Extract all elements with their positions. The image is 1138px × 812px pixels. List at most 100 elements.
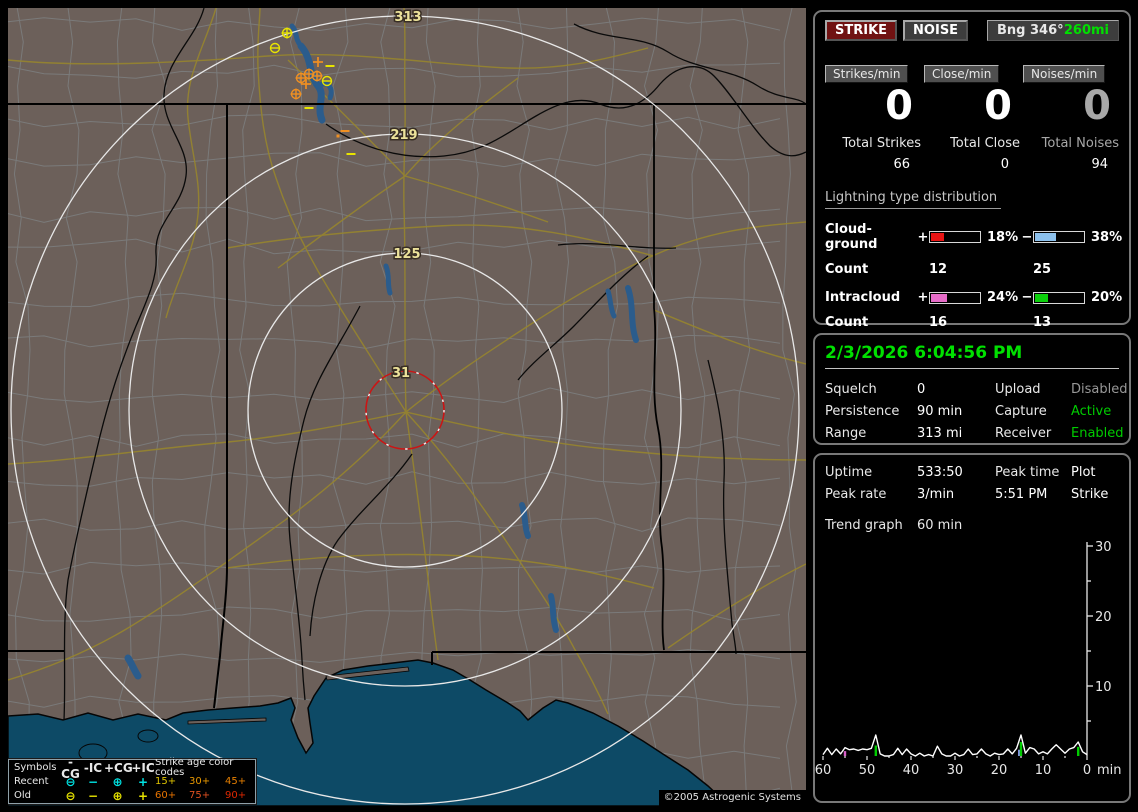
svg-text:60: 60 bbox=[815, 763, 831, 778]
plus-sign: + bbox=[917, 229, 929, 245]
svg-text:10: 10 bbox=[1095, 680, 1112, 695]
ic-positive-count: 16 bbox=[929, 315, 948, 330]
legend-age-60plus: 60+ bbox=[155, 790, 177, 801]
ic-negative-count: 13 bbox=[1033, 315, 1052, 330]
counters-panel: STRIKE NOISE Bng 346° 260mi Strikes/min … bbox=[813, 10, 1131, 330]
status-panel: 2/3/2026 6:04:56 PM Squelch 0 Upload Dis… bbox=[813, 333, 1131, 445]
cg-positive-count: 12 bbox=[929, 262, 948, 277]
cloud-ground-label: Cloud-ground bbox=[825, 222, 878, 252]
legend-symbol-2: ⊕ bbox=[112, 789, 123, 803]
ic-negative-bar bbox=[1033, 291, 1085, 304]
total-close-label: Total Close bbox=[950, 136, 1020, 151]
noises-counter-column: Noises/min 0 Total Noises 94 bbox=[1023, 65, 1119, 172]
legend-symbol-0: ⊖ bbox=[65, 789, 76, 803]
minus-sign: − bbox=[1021, 229, 1033, 245]
cg-negative-count: 25 bbox=[1033, 262, 1052, 277]
svg-text:0: 0 bbox=[1083, 763, 1091, 778]
svg-text:125: 125 bbox=[393, 247, 420, 262]
distribution-title: Lightning type distribution bbox=[825, 190, 1001, 209]
trend-graph-window: 60 min bbox=[917, 518, 963, 533]
legend-header-ic: +IC bbox=[131, 761, 155, 775]
cg-positive-bar bbox=[929, 231, 981, 243]
svg-text:219: 219 bbox=[390, 128, 417, 143]
range-label: Range bbox=[825, 426, 867, 441]
noises-per-min-value: 0 bbox=[1083, 83, 1111, 129]
bearing-distance: 260mi bbox=[1063, 23, 1109, 38]
svg-text:30: 30 bbox=[1095, 540, 1112, 555]
legend-symbol-1: − bbox=[87, 775, 99, 789]
lightning-type-distribution: Lightning type distribution Cloud-ground… bbox=[825, 190, 1123, 330]
capture-label: Capture bbox=[995, 404, 1047, 419]
legend-age-75plus: 75+ bbox=[189, 790, 211, 801]
datetime-display: 2/3/2026 6:04:56 PM bbox=[825, 343, 1119, 369]
noises-per-min-badge: Noises/min bbox=[1023, 65, 1106, 83]
legend-symbol-2: ⊕ bbox=[112, 775, 123, 789]
total-close-value: 0 bbox=[1000, 157, 1009, 172]
intracloud-label: Intracloud bbox=[825, 290, 901, 305]
legend-age-15plus: 15+ bbox=[155, 776, 177, 787]
trend-graph: 10 20 30 60 50 40 30 20 10 0 min bbox=[815, 540, 1122, 778]
svg-text:min: min bbox=[1097, 763, 1122, 778]
uptime-value: 533:50 bbox=[917, 465, 963, 480]
legend-age-title: Strike age color codes bbox=[155, 757, 234, 778]
squelch-value: 0 bbox=[917, 382, 926, 397]
plot-mode-value: Strike bbox=[1071, 487, 1109, 502]
upload-status: Disabled bbox=[1071, 382, 1128, 397]
strikes-per-min-value: 0 bbox=[885, 83, 913, 129]
legend-age-30plus: 30+ bbox=[189, 776, 211, 787]
total-noises-value: 94 bbox=[1091, 157, 1108, 172]
lightning-map[interactable]: 31 125 219 313 Symbols -CG -IC +CG +IC Strike ag… bbox=[8, 8, 806, 806]
legend-age-45plus: 45+ bbox=[225, 776, 247, 787]
strike-symbol-dot bbox=[336, 134, 340, 138]
bearing-value: Bng 346° bbox=[997, 23, 1064, 38]
svg-text:30: 30 bbox=[947, 763, 964, 778]
trend-panel: Uptime 533:50 Peak time Plot Peak rate 3… bbox=[813, 453, 1131, 803]
svg-text:10: 10 bbox=[1035, 763, 1052, 778]
trend-line bbox=[822, 734, 1088, 757]
upload-label: Upload bbox=[995, 382, 1041, 397]
peak-time-value: 5:51 PM bbox=[995, 487, 1048, 502]
copyright-text: ©2005 Astrogenic Systems bbox=[658, 790, 806, 806]
cg-negative-percent: 38% bbox=[1091, 229, 1123, 245]
plus-sign: + bbox=[917, 290, 929, 305]
legend-age-90plus: 90+ bbox=[225, 790, 247, 801]
legend-header-ic: -IC bbox=[83, 761, 103, 775]
legend-row-label: Old bbox=[14, 790, 31, 801]
strike-toggle-button[interactable]: STRIKE bbox=[825, 20, 898, 41]
total-strikes-value: 66 bbox=[893, 157, 910, 172]
total-strikes-label: Total Strikes bbox=[842, 136, 921, 151]
persistence-value: 90 min bbox=[917, 404, 963, 419]
svg-text:40: 40 bbox=[903, 763, 920, 778]
svg-text:20: 20 bbox=[1095, 610, 1112, 625]
minus-sign: − bbox=[1021, 290, 1033, 305]
map-legend: Symbols -CG -IC +CG +IC Strike age color code… bbox=[8, 756, 257, 805]
close-per-min-value: 0 bbox=[984, 83, 1012, 129]
total-noises-label: Total Noises bbox=[1041, 136, 1119, 151]
peak-rate-value: 3/min bbox=[917, 487, 955, 502]
legend-header-symbols: Symbols bbox=[14, 762, 57, 773]
noise-toggle-button[interactable]: NOISE bbox=[903, 20, 969, 41]
bearing-indicator: Bng 346° 260mi bbox=[987, 20, 1119, 41]
persistence-label: Persistence bbox=[825, 404, 900, 419]
count-label: Count bbox=[825, 262, 869, 277]
peak-rate-label: Peak rate bbox=[825, 487, 887, 502]
cg-positive-percent: 18% bbox=[987, 229, 1019, 245]
peak-time-label: Peak time bbox=[995, 465, 1060, 480]
plot-label: Plot bbox=[1071, 465, 1096, 480]
legend-symbol-3: + bbox=[137, 789, 149, 803]
ic-positive-bar bbox=[929, 291, 981, 304]
map-canvas[interactable]: 31 125 219 313 bbox=[8, 8, 806, 806]
cg-negative-bar bbox=[1033, 231, 1085, 243]
svg-text:313: 313 bbox=[394, 10, 421, 25]
squelch-label: Squelch bbox=[825, 382, 877, 397]
range-value: 313 mi bbox=[917, 426, 963, 441]
uptime-label: Uptime bbox=[825, 465, 873, 480]
svg-text:31: 31 bbox=[392, 366, 410, 381]
close-per-min-badge: Close/min bbox=[924, 65, 1000, 83]
svg-text:20: 20 bbox=[991, 763, 1008, 778]
legend-header-cg: +CG bbox=[104, 761, 133, 775]
receiver-status: Enabled bbox=[1071, 426, 1124, 441]
capture-status: Active bbox=[1071, 404, 1112, 419]
legend-row-label: Recent bbox=[14, 776, 49, 787]
app-window: 31 125 219 313 Symbols -CG -IC +CG +IC Strike ag… bbox=[0, 0, 1138, 812]
